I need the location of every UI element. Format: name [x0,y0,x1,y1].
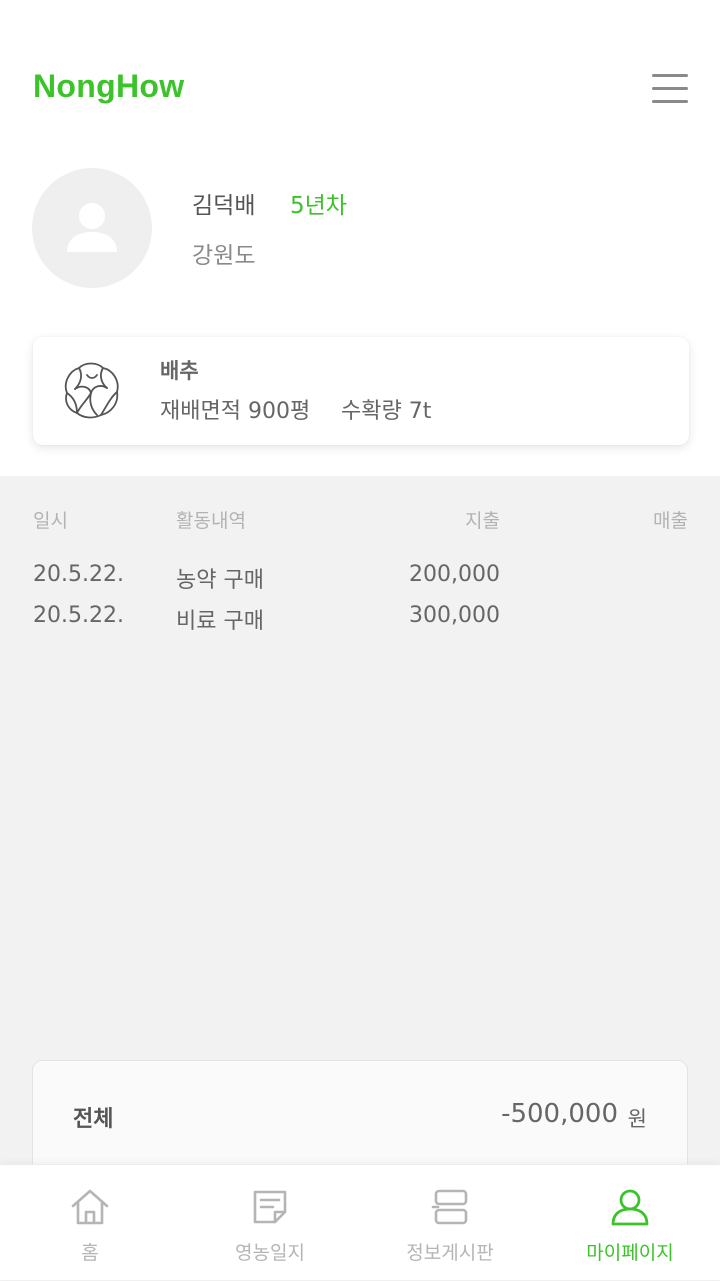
crop-card[interactable]: 배추 재배면적 900평 수확량 7t [33,337,689,445]
board-icon [431,1189,468,1225]
row-expense: 300,000 [409,603,500,628]
row-activity: 농약 구매 [176,568,264,593]
user-icon [611,1189,649,1226]
currency-unit: 원 [627,1107,647,1131]
total-label: 전체 [73,1107,114,1132]
header-date: 일시 [33,510,68,532]
avatar[interactable] [32,168,152,288]
hamburger-menu-button[interactable] [648,70,692,106]
menu-icon-bar [652,100,688,103]
row-expense: 200,000 [409,562,500,587]
row-activity: 비료 구매 [176,609,264,634]
row-date: 20.5.22. [33,603,124,628]
home-icon [71,1189,109,1225]
nav-info-board[interactable]: 정보게시판 [360,1165,540,1281]
nav-my-page[interactable]: 마이페이지 [540,1165,720,1281]
farming-years-badge: 5년차 [290,193,347,219]
row-date: 20.5.22. [33,562,124,587]
user-region: 강원도 [192,243,256,269]
nav-farm-diary[interactable]: 영농일지 [180,1165,360,1281]
app-logo[interactable]: NongHow [33,68,184,105]
cabbage-icon [64,362,119,419]
cultivation-area: 재배면적 900평 [160,399,311,424]
menu-icon-bar [652,74,688,77]
profile-section: NongHow 김덕배 5년차 강원도 배추 재배면적 900평 수확량 7t [0,0,720,476]
diary-icon [253,1190,287,1224]
nav-label: 마이페이지 [586,1242,674,1264]
user-name: 김덕배 [192,193,256,219]
nav-label: 정보게시판 [406,1242,494,1264]
nav-home[interactable]: 홈 [0,1165,180,1281]
crop-name: 배추 [160,359,199,383]
total-amount: -500,000 [501,1099,618,1129]
nav-label: 홈 [81,1242,99,1264]
menu-icon-bar [652,87,688,90]
person-icon [67,203,117,252]
header-expense: 지출 [465,510,500,532]
harvest-yield: 수확량 7t [341,399,432,424]
header-activity: 활동내역 [176,510,246,532]
header-revenue: 매출 [653,510,688,532]
nav-label: 영농일지 [235,1242,305,1264]
bottom-navigation: 홈 영농일지 정보게시판 마이페이지 [0,1164,720,1280]
